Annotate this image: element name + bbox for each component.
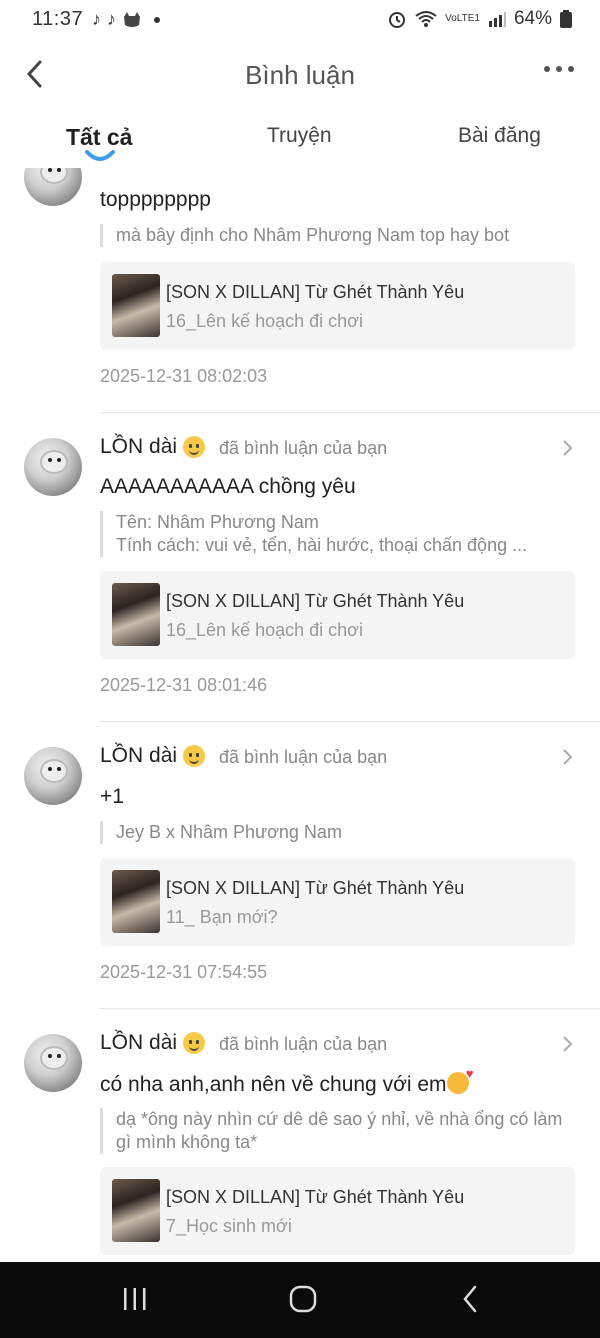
tiktok-icon: ♪ — [92, 9, 101, 29]
comment-text: AAAAAAAAAAA chồng yêu — [100, 475, 356, 498]
divider — [100, 1008, 600, 1009]
more-options-icon[interactable] — [544, 66, 574, 72]
smiley-emoji-icon — [183, 745, 206, 767]
notification-icons: ♪ ♪ — [92, 9, 160, 30]
story-thumbnail — [112, 274, 160, 337]
divider — [100, 721, 600, 722]
username-text: LỒN dài — [100, 744, 178, 767]
chevron-right-icon[interactable] — [562, 747, 574, 767]
story-thumbnail — [112, 1179, 160, 1242]
username-text: LỒN dài — [100, 435, 178, 458]
tiktok-icon: ♪ — [107, 9, 116, 29]
timestamp: 2025-12-31 07:54:55 — [100, 962, 268, 982]
username[interactable]: LỒN dài — [100, 744, 206, 768]
signal-icon — [488, 12, 506, 27]
comment-text: có nha anh,anh nên về chung với em — [100, 1073, 447, 1096]
status-bar: 11:37 ♪ ♪ VoLTE1 64% — [0, 0, 600, 40]
quoted-line: gì mình không ta* — [116, 1132, 258, 1152]
smiley-emoji-icon — [183, 436, 206, 458]
action-text: đã bình luận của bạn — [219, 747, 388, 767]
username[interactable]: LỒN dài — [100, 435, 206, 459]
story-card[interactable]: [SON X DILLAN] Từ Ghét Thành Yêu 7_Học s… — [100, 1167, 575, 1255]
chapter-title: 16_Lên kế hoạch đi chơi — [166, 311, 363, 331]
network-label: VoLTE1 — [445, 13, 480, 24]
smiley-emoji-icon — [183, 1032, 206, 1054]
story-card[interactable]: [SON X DILLAN] Từ Ghét Thành Yêu 11_ Bạn… — [100, 858, 575, 946]
status-time: 11:37 — [32, 8, 84, 30]
avatar[interactable] — [24, 168, 82, 206]
quoted-line: Tên: Nhâm Phương Nam — [116, 512, 319, 532]
quoted-text: Jey B x Nhâm Phương Nam — [100, 821, 594, 844]
app-header: Bình luận — [0, 40, 600, 110]
story-title: [SON X DILLAN] Từ Ghét Thành Yêu — [166, 282, 465, 302]
comment-text: +1 — [100, 785, 124, 808]
comment-text: topppppppp — [100, 188, 211, 211]
chevron-right-icon[interactable] — [562, 438, 574, 458]
divider — [100, 412, 600, 413]
battery-percent: 64% — [513, 8, 552, 29]
chapter-title: 7_Học sinh mới — [166, 1216, 292, 1236]
notification-list: topppppppp mà bây định cho Nhâm Phương N… — [0, 168, 600, 1262]
recent-apps-icon[interactable] — [122, 1282, 148, 1316]
username[interactable]: LỒN dài — [100, 1031, 206, 1055]
action-text: đã bình luận của bạn — [219, 438, 388, 458]
active-tab-indicator — [85, 150, 115, 161]
page-title: Bình luận — [245, 60, 355, 90]
avatar[interactable] — [24, 438, 82, 496]
story-thumbnail — [112, 870, 160, 933]
tab-stories[interactable]: Truyện — [267, 124, 332, 148]
story-card[interactable]: [SON X DILLAN] Từ Ghét Thành Yêu 16_Lên … — [100, 571, 575, 659]
quoted-text: mà bây định cho Nhâm Phương Nam top hay … — [100, 224, 594, 247]
back-icon[interactable] — [460, 1282, 482, 1316]
home-icon[interactable] — [289, 1282, 317, 1316]
timestamp: 2025-12-31 08:01:46 — [100, 675, 268, 695]
system-nav-bar — [0, 1262, 600, 1338]
comment: có nha anh,anh nên về chung với em — [100, 1066, 474, 1097]
system-icons: VoLTE1 64% — [387, 8, 572, 30]
quoted-line: dạ *ông này nhìn cứ dê dê sao ý nhỉ, về … — [116, 1109, 563, 1129]
cat-icon — [124, 11, 140, 27]
tab-all[interactable]: Tất cả — [66, 124, 132, 151]
chevron-right-icon[interactable] — [562, 1034, 574, 1054]
more-notifications-dot — [154, 16, 160, 23]
wifi-icon — [415, 11, 437, 27]
tab-bar: Tất cả Truyện Bài đăng — [0, 112, 600, 168]
avatar[interactable] — [24, 747, 82, 805]
story-thumbnail — [112, 583, 160, 646]
story-title: [SON X DILLAN] Từ Ghét Thành Yêu — [166, 878, 465, 898]
alarm-icon — [389, 12, 406, 28]
chapter-title: 16_Lên kế hoạch đi chơi — [166, 620, 363, 640]
battery-icon — [560, 10, 572, 28]
avatar[interactable] — [24, 1034, 82, 1092]
quoted-line: Tính cách: vui vẻ, tển, hài hước, thoại … — [116, 535, 528, 555]
story-card[interactable]: [SON X DILLAN] Từ Ghét Thành Yêu 16_Lên … — [100, 262, 575, 350]
story-title: [SON X DILLAN] Từ Ghét Thành Yêu — [166, 591, 465, 611]
smiling-face-with-hearts-icon — [446, 1066, 474, 1094]
quoted-text: Tên: Nhâm Phương Nam Tính cách: vui vẻ, … — [100, 511, 594, 557]
action-text: đã bình luận của bạn — [219, 1034, 388, 1054]
quoted-text: dạ *ông này nhìn cứ dê dê sao ý nhỉ, về … — [100, 1108, 594, 1154]
chapter-title: 11_ Bạn mới? — [166, 907, 278, 927]
username-text: LỒN dài — [100, 1031, 178, 1054]
timestamp: 2025-12-31 08:02:03 — [100, 366, 268, 386]
story-title: [SON X DILLAN] Từ Ghét Thành Yêu — [166, 1187, 465, 1207]
tab-posts[interactable]: Bài đăng — [458, 124, 541, 148]
